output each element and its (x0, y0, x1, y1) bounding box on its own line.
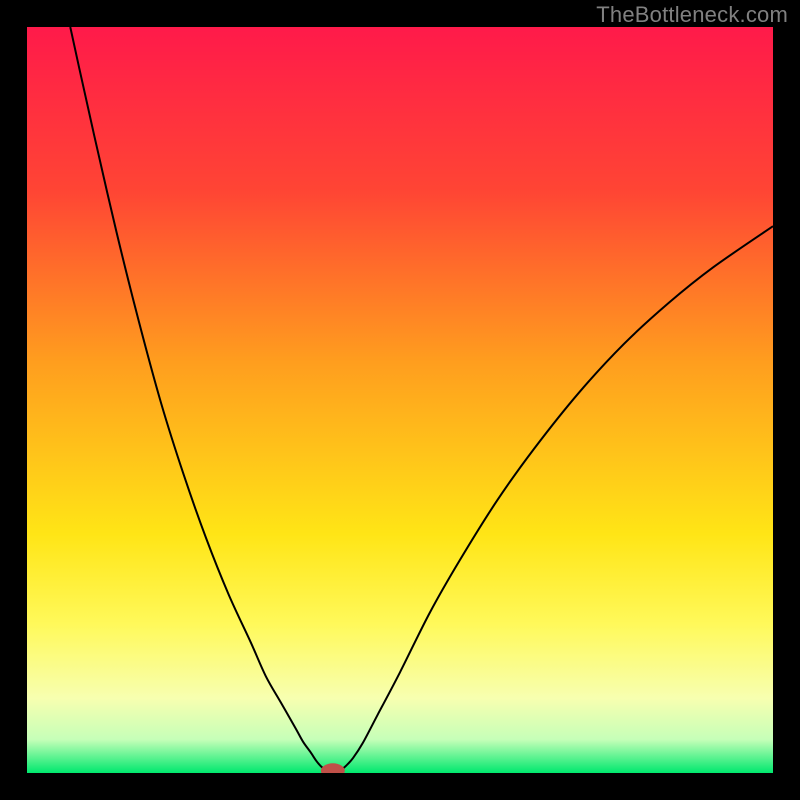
background-gradient-rect (27, 27, 773, 773)
chart-svg-root (27, 27, 773, 773)
chart-plot-area (27, 27, 773, 773)
watermark-text: TheBottleneck.com (596, 2, 788, 28)
